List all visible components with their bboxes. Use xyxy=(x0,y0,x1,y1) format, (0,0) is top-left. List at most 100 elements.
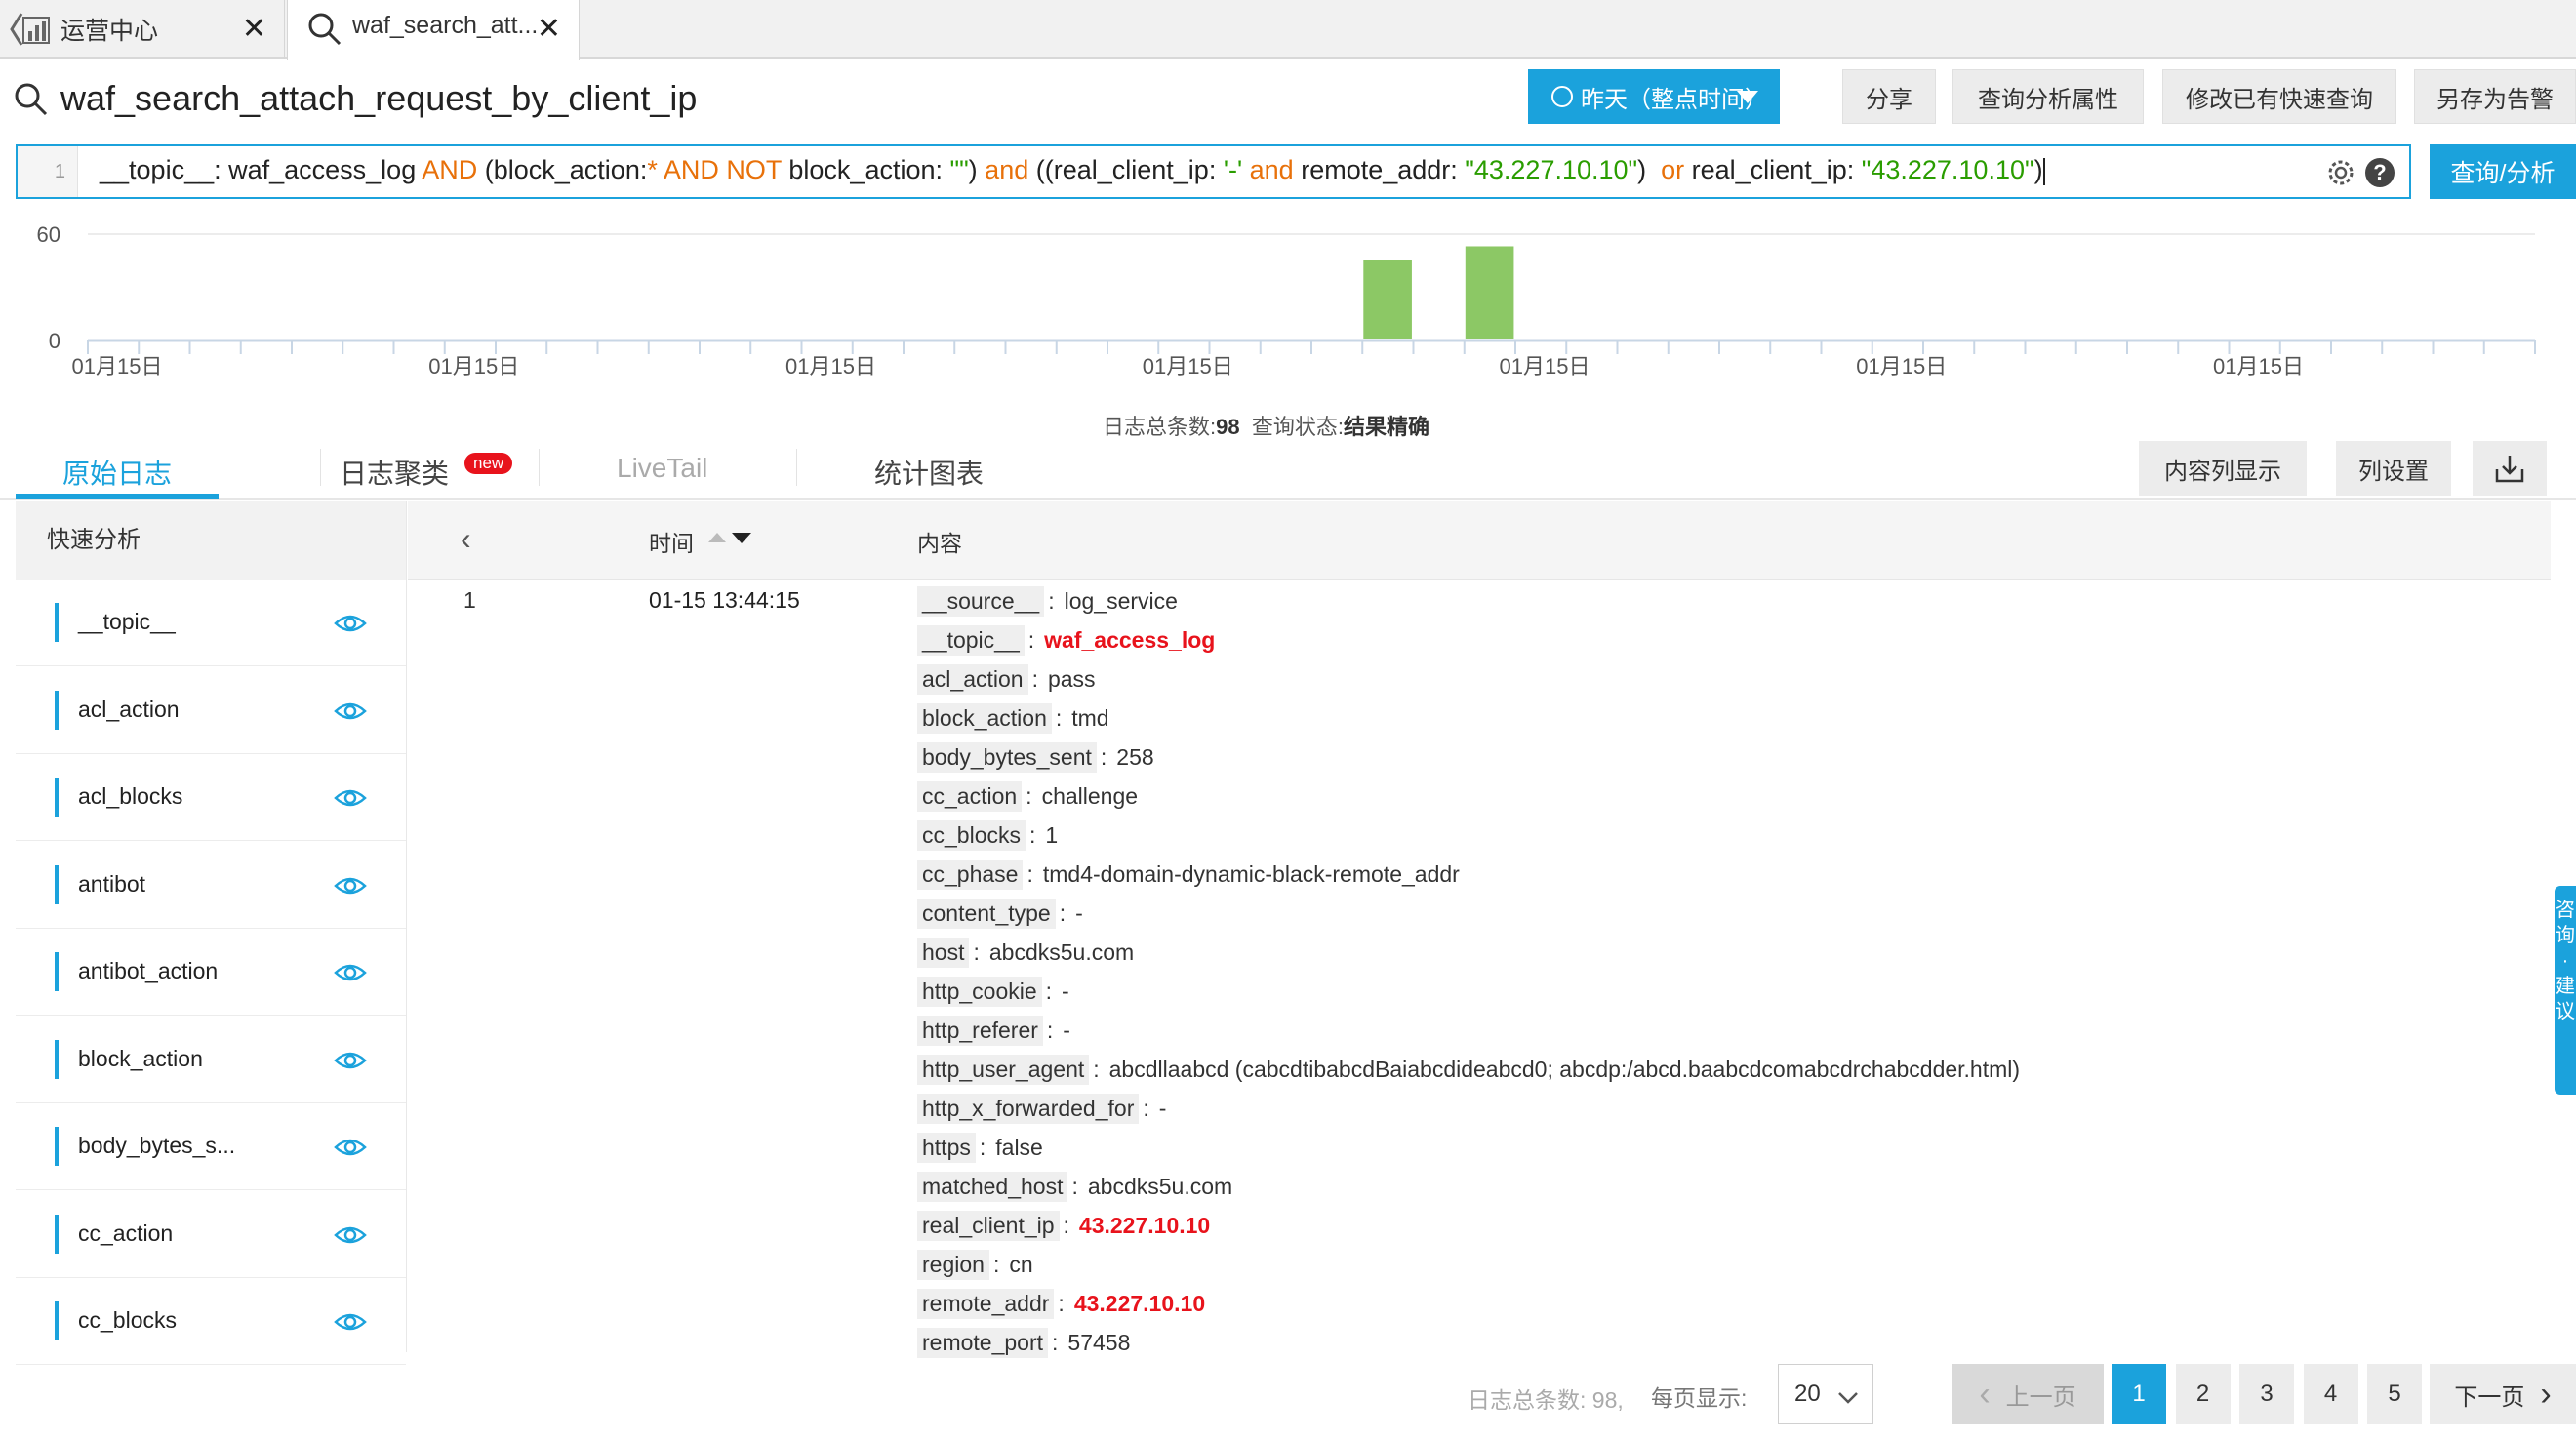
log-field-key[interactable]: https xyxy=(917,1132,976,1163)
field-item[interactable]: block_action xyxy=(16,1016,406,1103)
eye-icon[interactable] xyxy=(334,783,367,813)
log-field-key[interactable]: remote_port xyxy=(917,1327,1049,1358)
log-field-value[interactable]: false xyxy=(995,1135,1043,1161)
log-field: __source__: log_service xyxy=(917,583,1178,619)
page-button[interactable]: 5 xyxy=(2367,1364,2422,1424)
x-tick-label: 01月15日 xyxy=(1143,354,1233,379)
time-range-button[interactable]: 昨天（整点时间） xyxy=(1528,69,1780,124)
log-field-key[interactable]: matched_host xyxy=(917,1171,1068,1202)
column-time[interactable]: 时间 xyxy=(649,525,694,558)
gear-icon[interactable] xyxy=(2326,158,2355,187)
log-field-value[interactable]: 57458 xyxy=(1067,1330,1130,1356)
eye-icon[interactable] xyxy=(334,1220,367,1250)
log-field-value[interactable]: cn xyxy=(1009,1252,1032,1278)
log-field-key[interactable]: content_type xyxy=(917,898,1056,929)
query-props-button[interactable]: 查询分析属性 xyxy=(1952,69,2144,124)
log-field-value[interactable]: pass xyxy=(1048,666,1096,693)
tab-livetail[interactable]: LiveTail xyxy=(617,453,707,484)
query-token: ) xyxy=(2033,155,2043,184)
log-field-key[interactable]: cc_blocks xyxy=(917,820,1026,851)
log-field-key[interactable]: host xyxy=(917,937,970,968)
log-field-value[interactable]: - xyxy=(1063,1018,1070,1044)
field-item[interactable]: acl_blocks xyxy=(16,754,406,841)
eye-icon[interactable] xyxy=(334,871,367,900)
field-item[interactable]: antibot xyxy=(16,841,406,929)
log-field-key[interactable]: block_action xyxy=(917,702,1052,734)
page-button[interactable]: 1 xyxy=(2112,1364,2166,1424)
log-field-key[interactable]: acl_action xyxy=(917,663,1028,695)
page-button[interactable]: 4 xyxy=(2303,1364,2358,1424)
log-field-key[interactable]: region xyxy=(917,1249,989,1280)
log-field-value[interactable]: - xyxy=(1159,1096,1167,1122)
eye-icon[interactable] xyxy=(334,609,367,638)
histogram-bar[interactable] xyxy=(1363,260,1412,339)
log-field-key[interactable]: http_cookie xyxy=(917,976,1042,1007)
field-item[interactable]: body_bytes_s... xyxy=(16,1103,406,1190)
log-field-key[interactable]: http_referer xyxy=(917,1015,1043,1046)
save-alert-button[interactable]: 另存为告警 xyxy=(2414,69,2576,124)
feedback-tab[interactable]: 咨询·建议 xyxy=(2555,886,2576,1095)
log-field-key[interactable]: cc_phase xyxy=(917,859,1024,890)
page-button[interactable]: 2 xyxy=(2175,1364,2231,1424)
help-icon[interactable]: ? xyxy=(2365,158,2395,187)
query-token: block_action: xyxy=(788,155,950,184)
close-icon[interactable]: ✕ xyxy=(242,12,266,46)
log-field-value[interactable]: waf_access_log xyxy=(1044,627,1215,654)
tab-log-cluster[interactable]: 日志聚类 xyxy=(340,453,449,492)
eye-icon[interactable] xyxy=(334,958,367,987)
log-field-value[interactable]: tmd4-domain-dynamic-black-remote_addr xyxy=(1043,861,1460,888)
collapse-chevron-icon[interactable]: ‹ xyxy=(461,521,471,557)
log-field-value[interactable]: abcdks5u.com xyxy=(989,940,1134,966)
edit-quick-query-button[interactable]: 修改已有快速查询 xyxy=(2162,69,2396,124)
log-field-value[interactable]: 43.227.10.10 xyxy=(1079,1213,1210,1239)
log-field-key[interactable]: http_user_agent xyxy=(917,1054,1090,1085)
log-field-value[interactable]: 43.227.10.10 xyxy=(1074,1291,1205,1317)
share-button[interactable]: 分享 xyxy=(1842,69,1936,124)
field-item[interactable]: antibot_action xyxy=(16,929,406,1016)
browser-tab-waf-search[interactable]: waf_search_att... ✕ xyxy=(287,0,580,60)
search-icon xyxy=(14,82,49,117)
field-item[interactable]: __topic__ xyxy=(16,580,406,666)
log-field-value[interactable]: log_service xyxy=(1065,588,1178,615)
field-item[interactable]: cc_action xyxy=(16,1190,406,1278)
eye-icon[interactable] xyxy=(334,1133,367,1162)
histogram-bar[interactable] xyxy=(1465,246,1514,339)
log-field-value[interactable]: challenge xyxy=(1042,783,1138,810)
sort-icon[interactable] xyxy=(706,531,755,544)
eye-icon[interactable] xyxy=(334,697,367,726)
next-page-button[interactable]: 下一页 › xyxy=(2430,1364,2576,1424)
prev-page-button[interactable]: ‹ 上一页 xyxy=(1952,1364,2104,1424)
log-field-value[interactable]: - xyxy=(1062,979,1069,1005)
log-field-key[interactable]: __source__ xyxy=(917,585,1045,617)
per-page-select[interactable]: 20 xyxy=(1778,1364,1873,1424)
browser-tab-ops-center[interactable]: 运营中心 ✕ xyxy=(0,0,285,59)
log-field-value[interactable]: 258 xyxy=(1116,744,1153,771)
log-field-value[interactable]: tmd xyxy=(1071,705,1108,732)
tab-stat-charts[interactable]: 统计图表 xyxy=(874,453,984,492)
field-item[interactable]: acl_action xyxy=(16,666,406,754)
eye-icon[interactable] xyxy=(334,1046,367,1075)
search-analyze-button[interactable]: 查询/分析 xyxy=(2430,144,2576,199)
page-button[interactable]: 3 xyxy=(2239,1364,2294,1424)
eye-icon[interactable] xyxy=(334,1307,367,1337)
close-icon[interactable]: ✕ xyxy=(537,12,561,46)
log-field-key[interactable]: real_client_ip xyxy=(917,1210,1060,1241)
log-field-value[interactable]: 1 xyxy=(1045,822,1058,849)
log-field-key[interactable]: body_bytes_sent xyxy=(917,741,1097,773)
chevron-right-icon: › xyxy=(2540,1375,2552,1413)
column-settings-button[interactable]: 列设置 xyxy=(2336,441,2451,496)
content-column-button[interactable]: 内容列显示 xyxy=(2139,441,2307,496)
log-field-key[interactable]: __topic__ xyxy=(917,624,1025,656)
download-button[interactable] xyxy=(2473,441,2547,496)
log-field-key[interactable]: remote_addr xyxy=(917,1288,1055,1319)
log-field-value[interactable]: - xyxy=(1075,900,1083,927)
query-text[interactable]: __topic__: waf_access_log AND (block_act… xyxy=(100,155,2045,185)
log-field-key[interactable]: http_x_forwarded_for xyxy=(917,1093,1140,1124)
x-tick-label: 01月15日 xyxy=(2213,354,2304,379)
tab-raw-logs[interactable]: 原始日志 xyxy=(62,453,172,492)
log-field-key[interactable]: cc_action xyxy=(917,780,1023,812)
query-editor[interactable]: 1 __topic__: waf_access_log AND (block_a… xyxy=(16,144,2411,199)
field-item[interactable]: cc_blocks xyxy=(16,1278,406,1365)
log-field-value[interactable]: abcdks5u.com xyxy=(1088,1174,1232,1200)
log-field-value[interactable]: abcdllaabcd (cabcdtibabcdBaiabcdideabcd0… xyxy=(1109,1057,2020,1083)
